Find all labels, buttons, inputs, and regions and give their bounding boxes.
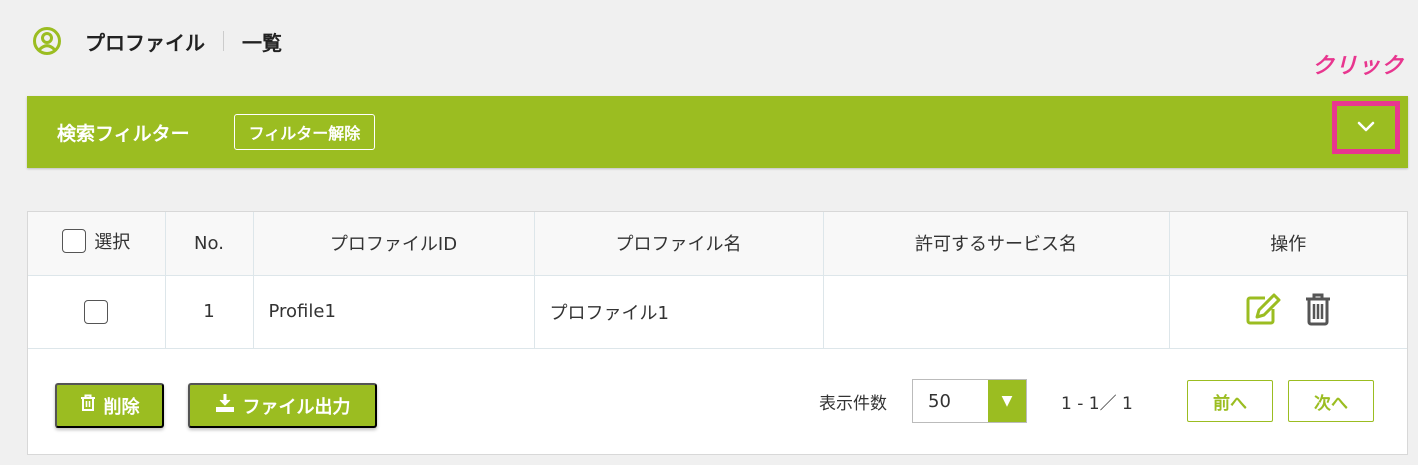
clear-filter-button[interactable]: フィルター解除	[233, 114, 376, 150]
trash-icon	[80, 394, 96, 417]
per-page-value: 50	[928, 390, 951, 412]
filter-toggle-button[interactable]	[1332, 101, 1400, 154]
table-row: 1 Profile1 プロファイル1	[28, 275, 1407, 349]
export-file-button[interactable]: ファイル出力	[188, 383, 377, 428]
header-profile-name: プロファイル名	[534, 212, 824, 276]
delete-button[interactable]: 削除	[55, 383, 164, 428]
per-page-select[interactable]: 50 ▼	[912, 379, 1027, 423]
row-operations	[1169, 275, 1407, 349]
download-icon	[215, 393, 235, 418]
header-service-name: 許可するサービス名	[823, 212, 1170, 276]
profile-list-panel: 選択 No. プロファイルID プロファイル名 許可するサービス名 操作 1 P…	[27, 211, 1408, 455]
prev-page-button[interactable]: 前へ	[1187, 380, 1273, 422]
row-select-cell	[28, 275, 166, 349]
per-page-label: 表示件数	[819, 394, 887, 414]
next-page-button[interactable]: 次へ	[1288, 380, 1374, 422]
page-title: プロファイル	[85, 30, 205, 55]
trash-icon[interactable]	[1304, 292, 1332, 331]
click-annotation: クリック	[1312, 54, 1405, 79]
select-all-checkbox[interactable]	[62, 229, 87, 254]
edit-icon[interactable]	[1244, 292, 1282, 331]
export-button-label: ファイル出力	[242, 396, 351, 417]
chevron-down-icon	[1357, 118, 1375, 137]
row-checkbox[interactable]	[84, 299, 109, 324]
row-profile-name: プロファイル1	[534, 275, 824, 349]
page-header: プロファイル 一覧	[32, 26, 282, 56]
pagination-range: 1 - 1／ 1	[1061, 394, 1133, 414]
row-no: 1	[165, 275, 254, 349]
filter-title: 検索フィルター	[57, 122, 190, 145]
header-no: No.	[165, 212, 254, 276]
header-profile-id: プロファイルID	[253, 212, 535, 276]
profile-table: 選択 No. プロファイルID プロファイル名 許可するサービス名 操作 1 P…	[28, 212, 1407, 349]
list-footer: 削除 ファイル出力 表示件数 50 ▼ 1 - 1／ 1 前へ 次へ	[28, 349, 1407, 455]
header-operation: 操作	[1169, 212, 1407, 276]
table-header-row: 選択 No. プロファイルID プロファイル名 許可するサービス名 操作	[28, 212, 1407, 276]
row-profile-id: Profile1	[253, 275, 535, 349]
user-circle-icon	[32, 26, 62, 56]
header-select: 選択	[28, 212, 166, 276]
header-select-label: 選択	[94, 232, 131, 254]
delete-button-label: 削除	[103, 396, 140, 417]
search-filter-bar: 検索フィルター フィルター解除	[27, 96, 1408, 168]
breadcrumb-separator	[223, 31, 224, 51]
dropdown-arrow-icon: ▼	[988, 380, 1026, 422]
page-subtitle: 一覧	[242, 30, 282, 55]
row-service-name	[823, 275, 1170, 349]
